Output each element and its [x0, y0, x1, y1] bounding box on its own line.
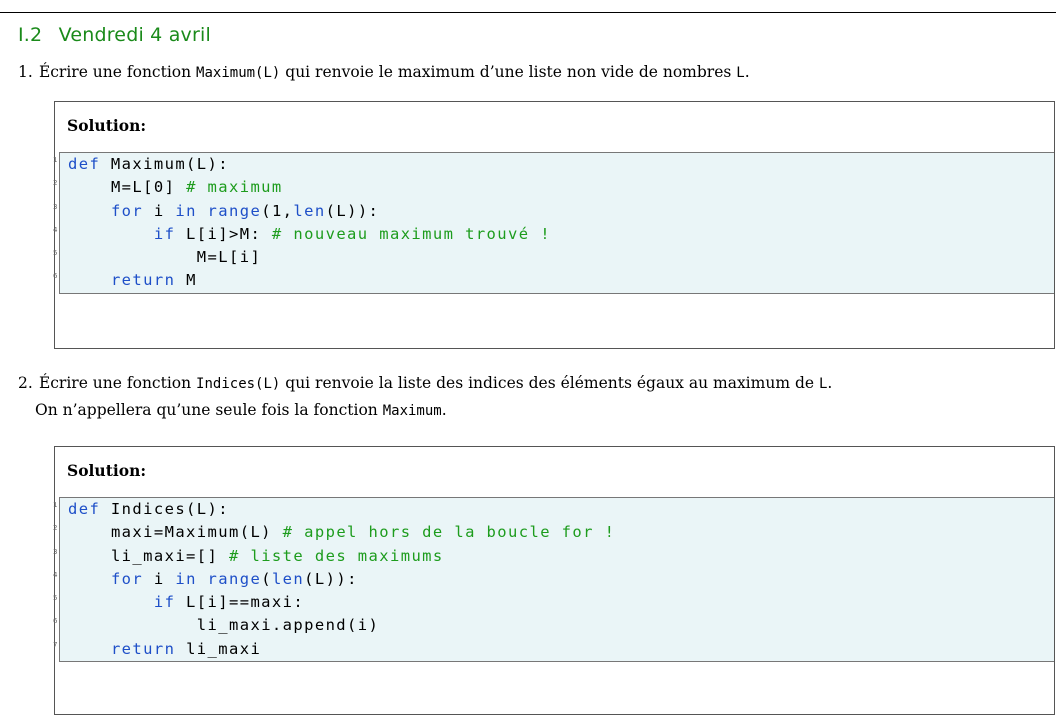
line-number: 5	[53, 249, 58, 258]
code-text: Indices(L):	[100, 500, 229, 518]
code-block-1: 1 def Maximum(L): 2 M=L[0] # maximum 3 for …	[53, 152, 1054, 294]
code-line: 3 li_maxi=[] # liste des maximums	[53, 545, 1054, 568]
line-number: 3	[53, 202, 58, 211]
code-text: L[i]>M:	[175, 224, 272, 243]
code-text: L[i]==maxi:	[175, 593, 305, 612]
code-text: li_maxi.append(i)	[196, 616, 380, 635]
question-text: Écrire une fonction Indices(L) qui renvo…	[38, 374, 833, 392]
code-keyword: def	[68, 500, 101, 518]
code-text: M	[175, 271, 197, 290]
line-number: 4	[53, 570, 58, 579]
code-line: 2 M=L[0] # maximum	[53, 176, 1054, 199]
question-number: 2.	[18, 374, 33, 392]
code-comment: # maximum	[186, 178, 283, 197]
code-line: 4 if L[i]>M: # nouveau maximum trouvé !	[53, 223, 1054, 246]
code-comment: # nouveau maximum trouvé !	[271, 224, 551, 243]
code-text: (1,	[261, 201, 294, 220]
code-line: 6 return M	[53, 269, 1054, 292]
code-text: (L)):	[325, 201, 380, 220]
code-text: (L)):	[304, 569, 358, 588]
section-title: Vendredi 4 avril	[58, 24, 211, 46]
code-text: Maximum(L):	[100, 155, 229, 173]
code-text: M=L[i]	[196, 248, 262, 267]
line-number: 4	[53, 225, 58, 234]
code-keyword: len	[271, 569, 305, 588]
code-line: 5 if L[i]==maxi:	[53, 591, 1054, 614]
code-text: i	[143, 201, 176, 220]
code-line: 3 for i in range(1,len(L)):	[53, 200, 1054, 223]
code-text: (	[261, 569, 272, 588]
solution-label: Solution:	[67, 116, 147, 135]
line-number: 5	[53, 594, 58, 603]
code-text: maxi=Maximum(L)	[110, 523, 283, 542]
code-text: li_maxi	[175, 639, 262, 658]
code-keyword: if	[153, 593, 176, 612]
question-1: 1. Écrire une fonction Maximum(L) qui re…	[18, 59, 750, 86]
solution-box-2: Solution: 1 def Indices(L): 2 maxi=Maximum…	[53, 446, 1055, 715]
code-comment: # liste des maximums	[229, 546, 444, 565]
line-number: 1	[53, 501, 58, 509]
solution-label: Solution:	[67, 461, 147, 480]
question-text-line2: On n’appellera qu’une seule fois la fonc…	[35, 401, 447, 419]
code-line: 5 M=L[i]	[53, 246, 1054, 269]
line-number: 2	[53, 524, 58, 533]
header-rule	[0, 12, 1056, 13]
solution-box-1: Solution: 1 def Maximum(L): 2 M=L[0] # max…	[53, 101, 1055, 349]
code-keyword: if	[153, 224, 176, 243]
line-number: 3	[53, 547, 58, 556]
code-keyword: return	[110, 639, 176, 658]
code-comment: # appel hors de la boucle for !	[282, 523, 616, 542]
code-keyword: range	[207, 201, 262, 220]
code-line: 7 return li_maxi	[53, 638, 1054, 661]
line-number: 2	[53, 179, 58, 188]
line-number: 7	[53, 640, 58, 649]
code-keyword: in	[175, 201, 197, 220]
section-number: I.2	[18, 24, 43, 46]
line-number: 6	[53, 617, 58, 626]
code-line: 6 li_maxi.append(i)	[53, 614, 1054, 637]
code-text: i	[143, 569, 176, 588]
code-keyword: return	[110, 271, 176, 290]
code-line: 1 def Maximum(L):	[53, 153, 1054, 176]
section-heading: I.2 Vendredi 4 avril	[18, 24, 211, 46]
question-text: Écrire une fonction Maximum(L) qui renvo…	[38, 63, 750, 81]
code-line: 1 def Indices(L):	[53, 498, 1054, 521]
code-text: M=L[0]	[110, 178, 187, 197]
code-line: 2 maxi=Maximum(L) # appel hors de la bou…	[53, 521, 1054, 544]
code-line: 4 for i in range(len(L)):	[53, 568, 1054, 591]
code-keyword: in	[175, 569, 197, 588]
code-keyword: len	[293, 201, 326, 220]
code-keyword: for	[110, 201, 144, 220]
line-number: 6	[53, 272, 58, 281]
question-2: 2. Écrire une fonction Indices(L) qui re…	[18, 370, 832, 424]
code-keyword: range	[207, 569, 262, 588]
code-keyword: def	[68, 155, 101, 173]
code-block-2: 1 def Indices(L): 2 maxi=Maximum(L) # appe…	[53, 497, 1054, 663]
line-number: 1	[53, 156, 58, 164]
code-text: li_maxi=[]	[110, 546, 229, 565]
question-number: 1.	[18, 63, 33, 81]
code-keyword: for	[110, 569, 144, 588]
